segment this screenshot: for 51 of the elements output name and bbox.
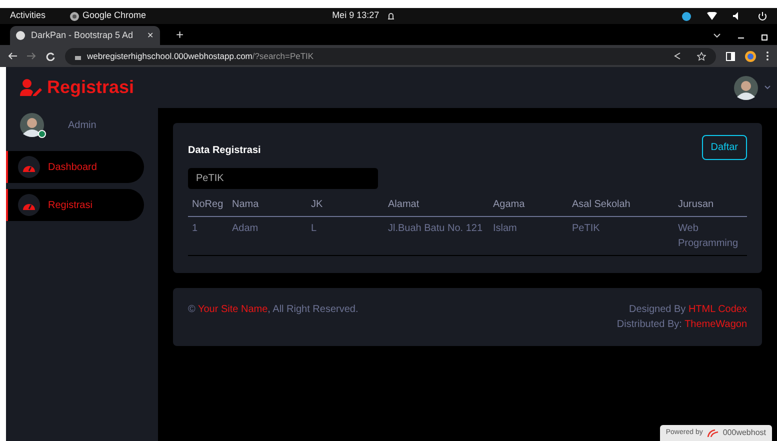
avatar — [20, 113, 44, 137]
table-cell: Adam — [228, 216, 307, 256]
share-icon[interactable] — [674, 52, 681, 60]
credit-line: Designed By HTML Codex — [628, 303, 747, 317]
wifi-icon[interactable] — [707, 12, 717, 20]
footer-link[interactable]: HTML Codex — [688, 304, 747, 315]
power-icon[interactable] — [758, 12, 767, 20]
search-field[interactable]: PeTIK — [188, 168, 378, 189]
card-title: Data Registrasi — [188, 144, 261, 158]
profile-icon[interactable] — [745, 50, 756, 62]
credit-line: Distributed By: ThemeWagon — [616, 318, 747, 332]
reload-icon[interactable] — [46, 52, 55, 60]
side-panel-icon[interactable] — [726, 52, 735, 60]
table-cell: Jl.Buah Batu No. 121 — [384, 216, 489, 256]
close-icon[interactable]: ✕ — [147, 30, 154, 42]
nav-item[interactable]: Registrasi — [6, 189, 144, 221]
table-cell: PeTIK — [568, 216, 674, 256]
more-icon[interactable] — [766, 51, 769, 61]
webhost-logo-icon — [706, 429, 719, 437]
brand-title[interactable]: Registrasi — [47, 74, 134, 101]
new-tab-button[interactable]: + — [176, 28, 184, 41]
forward-icon[interactable] — [27, 52, 36, 60]
star-icon[interactable] — [697, 52, 706, 60]
column-header: Agama — [489, 193, 568, 216]
footer-link[interactable]: Your Site Name — [198, 304, 268, 315]
column-header: Alamat — [384, 193, 489, 216]
column-header: Nama — [228, 193, 307, 216]
clock[interactable]: Mei 9 13:27 — [332, 9, 380, 23]
table-cell: 1 — [188, 216, 228, 256]
address-bar[interactable]: webregisterhighschool.000webhostapp.com/?search=PeTIK — [65, 48, 716, 64]
user-name: Admin — [68, 118, 96, 132]
nav-item[interactable]: Dashboard — [6, 151, 144, 183]
activities-button[interactable]: Activities — [10, 9, 46, 23]
column-header: NoReg — [188, 193, 228, 216]
column-header: Jurusan — [674, 193, 747, 216]
column-header: JK — [307, 193, 384, 216]
browser-tab[interactable]: DarkPan - Bootstrap 5 Ad ✕ — [10, 26, 160, 45]
table-cell: Web Programming — [674, 216, 747, 256]
table-cell: L — [307, 216, 384, 256]
table-cell: Islam — [489, 216, 568, 256]
bell-icon — [387, 12, 396, 20]
chevron-down-icon[interactable] — [713, 33, 721, 39]
footer-link[interactable]: ThemeWagon — [684, 319, 747, 330]
avatar[interactable] — [734, 76, 758, 100]
user-edit-icon — [20, 79, 42, 96]
daftar-button[interactable]: Daftar — [702, 135, 747, 160]
column-header: Asal Sekolah — [568, 193, 674, 216]
app-menu[interactable]: Google Chrome — [82, 9, 146, 23]
copyright-text: © Your Site Name, All Right Reserved. — [188, 303, 358, 317]
restore-icon[interactable] — [761, 33, 769, 41]
back-icon[interactable] — [8, 52, 17, 60]
